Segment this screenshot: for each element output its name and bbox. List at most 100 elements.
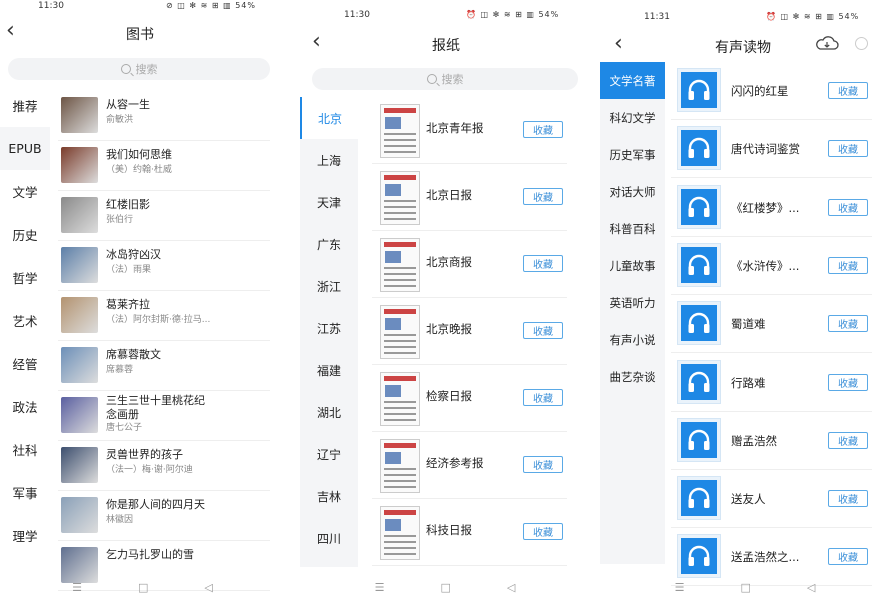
audiobook-item[interactable]: 蜀道难 收藏 bbox=[671, 295, 872, 354]
favorite-button[interactable]: 收藏 bbox=[828, 548, 868, 566]
genre-item[interactable]: 科普百科 bbox=[600, 210, 665, 247]
newspaper-item[interactable]: 北京青年报 收藏 bbox=[372, 97, 567, 164]
book-cover bbox=[61, 197, 98, 233]
region-item[interactable]: 广东 bbox=[300, 223, 358, 265]
book-item[interactable]: 我们如何思维 （美）约翰·杜威 bbox=[58, 141, 270, 191]
menu-nav-icon[interactable]: ☰ bbox=[375, 581, 385, 594]
genre-item[interactable]: 历史军事 bbox=[600, 136, 665, 173]
book-item[interactable]: 席慕蓉散文 席慕蓉 bbox=[58, 341, 270, 391]
book-title: 席慕蓉散文 bbox=[106, 348, 161, 361]
headphones-icon bbox=[681, 363, 717, 400]
region-item[interactable]: 四川 bbox=[300, 517, 358, 559]
book-item[interactable]: 葛莱齐拉 （法）阿尔封斯·德·拉马... bbox=[58, 291, 270, 341]
genre-item[interactable]: 曲艺杂谈 bbox=[600, 358, 665, 395]
book-title: 你是那人间的四月天 bbox=[106, 498, 205, 511]
region-item[interactable]: 吉林 bbox=[300, 475, 358, 517]
genre-item[interactable]: 文学名著 bbox=[600, 62, 665, 99]
favorite-button[interactable]: 收藏 bbox=[828, 373, 868, 391]
book-cover bbox=[61, 147, 98, 183]
back-nav-icon[interactable]: ◁ bbox=[507, 581, 515, 594]
home-nav-icon[interactable]: □ bbox=[741, 581, 751, 594]
favorite-button[interactable]: 收藏 bbox=[523, 255, 563, 272]
book-item[interactable]: 你是那人间的四月天 林徽因 bbox=[58, 491, 270, 541]
book-item[interactable]: 灵兽世界的孩子 （法一）梅·谢·阿尔迪 bbox=[58, 441, 270, 491]
home-nav-icon[interactable]: □ bbox=[441, 581, 451, 594]
category-item[interactable]: 理学 bbox=[0, 514, 50, 557]
region-item[interactable]: 上海 bbox=[300, 139, 358, 181]
genre-item[interactable]: 有声小说 bbox=[600, 321, 665, 358]
category-item[interactable]: 艺术 bbox=[0, 299, 50, 342]
favorite-button[interactable]: 收藏 bbox=[828, 82, 868, 99]
audiobook-name: 闪闪的红星 bbox=[731, 84, 789, 98]
newspaper-item[interactable]: 科技日报 收藏 bbox=[372, 499, 567, 566]
genre-item[interactable]: 对话大师 bbox=[600, 173, 665, 210]
region-item[interactable]: 天津 bbox=[300, 181, 358, 223]
favorite-button[interactable]: 收藏 bbox=[828, 140, 868, 158]
category-item[interactable]: 军事 bbox=[0, 471, 50, 514]
favorite-button[interactable]: 收藏 bbox=[828, 431, 868, 449]
category-item[interactable]: 政法 bbox=[0, 385, 50, 428]
genre-item[interactable]: 英语听力 bbox=[600, 284, 665, 321]
favorite-button[interactable]: 收藏 bbox=[828, 256, 868, 274]
newspaper-item[interactable]: 北京商报 收藏 bbox=[372, 231, 567, 298]
search-input[interactable]: 搜索 bbox=[8, 58, 270, 80]
genre-item[interactable]: 儿童故事 bbox=[600, 247, 665, 284]
newspaper-item[interactable]: 经济参考报 收藏 bbox=[372, 432, 567, 499]
newspaper-name: 北京青年报 bbox=[426, 121, 484, 135]
region-item[interactable]: 浙江 bbox=[300, 265, 358, 307]
book-item[interactable]: 从容一生 俞敏洪 bbox=[58, 91, 270, 141]
menu-nav-icon[interactable]: ☰ bbox=[72, 581, 82, 594]
category-item[interactable]: 历史 bbox=[0, 213, 50, 256]
category-item[interactable]: EPUB bbox=[0, 127, 50, 170]
favorite-button[interactable]: 收藏 bbox=[523, 188, 563, 205]
favorite-button[interactable]: 收藏 bbox=[828, 315, 868, 333]
home-nav-icon[interactable]: □ bbox=[138, 581, 148, 594]
audiobook-item[interactable]: 《红楼梦》... 收藏 bbox=[671, 179, 872, 237]
headphones-icon bbox=[681, 421, 717, 458]
search-icon[interactable] bbox=[855, 37, 868, 50]
category-item[interactable]: 哲学 bbox=[0, 256, 50, 299]
newspaper-item[interactable]: 北京日报 收藏 bbox=[372, 164, 567, 231]
favorite-button[interactable]: 收藏 bbox=[523, 121, 563, 138]
region-item[interactable]: 北京 bbox=[300, 97, 358, 139]
favorite-button[interactable]: 收藏 bbox=[523, 322, 563, 339]
audiobook-item[interactable]: 送友人 收藏 bbox=[671, 470, 872, 529]
audiobook-item[interactable]: 闪闪的红星 收藏 bbox=[671, 62, 872, 120]
back-nav-icon[interactable]: ◁ bbox=[807, 581, 815, 594]
book-title: 我们如何思维 bbox=[106, 148, 172, 161]
category-item[interactable]: 经管 bbox=[0, 342, 50, 385]
audiobook-item[interactable]: 唐代诗词鉴赏 收藏 bbox=[671, 120, 872, 179]
back-nav-icon[interactable]: ◁ bbox=[204, 581, 212, 594]
region-item[interactable]: 福建 bbox=[300, 349, 358, 391]
book-item[interactable]: 三生三世十里桃花纪 念画册 唐七公子 bbox=[58, 391, 270, 441]
newspaper-item[interactable]: 检察日报 收藏 bbox=[372, 365, 567, 432]
favorite-button[interactable]: 收藏 bbox=[523, 389, 563, 406]
book-title: 从容一生 bbox=[106, 98, 150, 111]
book-cover bbox=[61, 247, 98, 283]
audiobook-name: 《水浒传》... bbox=[731, 258, 800, 273]
back-icon[interactable]: ‹ bbox=[6, 20, 15, 42]
region-item[interactable]: 湖北 bbox=[300, 391, 358, 433]
menu-nav-icon[interactable]: ☰ bbox=[675, 581, 685, 594]
region-item[interactable]: 江苏 bbox=[300, 307, 358, 349]
audiobook-item[interactable]: 赠孟浩然 收藏 bbox=[671, 412, 872, 470]
genre-item[interactable]: 科幻文学 bbox=[600, 99, 665, 136]
headphones-icon bbox=[681, 538, 717, 575]
audiobook-item[interactable]: 行路难 收藏 bbox=[671, 354, 872, 412]
category-item[interactable]: 文学 bbox=[0, 170, 50, 213]
favorite-button[interactable]: 收藏 bbox=[828, 490, 868, 508]
favorite-button[interactable]: 收藏 bbox=[523, 456, 563, 473]
book-item[interactable]: 红楼旧影 张伯行 bbox=[58, 191, 270, 241]
region-item[interactable]: 辽宁 bbox=[300, 433, 358, 475]
book-item[interactable]: 冰岛狩凶汉 （法）雨果 bbox=[58, 241, 270, 291]
category-item[interactable]: 推荐 bbox=[0, 84, 50, 127]
search-input[interactable]: 搜索 bbox=[312, 68, 578, 90]
category-item[interactable]: 社科 bbox=[0, 428, 50, 471]
back-icon[interactable]: ‹ bbox=[312, 31, 321, 53]
audiobook-item[interactable]: 《水浒传》... 收藏 bbox=[671, 237, 872, 295]
favorite-button[interactable]: 收藏 bbox=[828, 198, 868, 216]
cloud-download-icon[interactable] bbox=[815, 36, 839, 50]
favorite-button[interactable]: 收藏 bbox=[523, 523, 563, 540]
newspaper-item[interactable]: 北京晚报 收藏 bbox=[372, 298, 567, 365]
back-icon[interactable]: ‹ bbox=[614, 33, 623, 55]
